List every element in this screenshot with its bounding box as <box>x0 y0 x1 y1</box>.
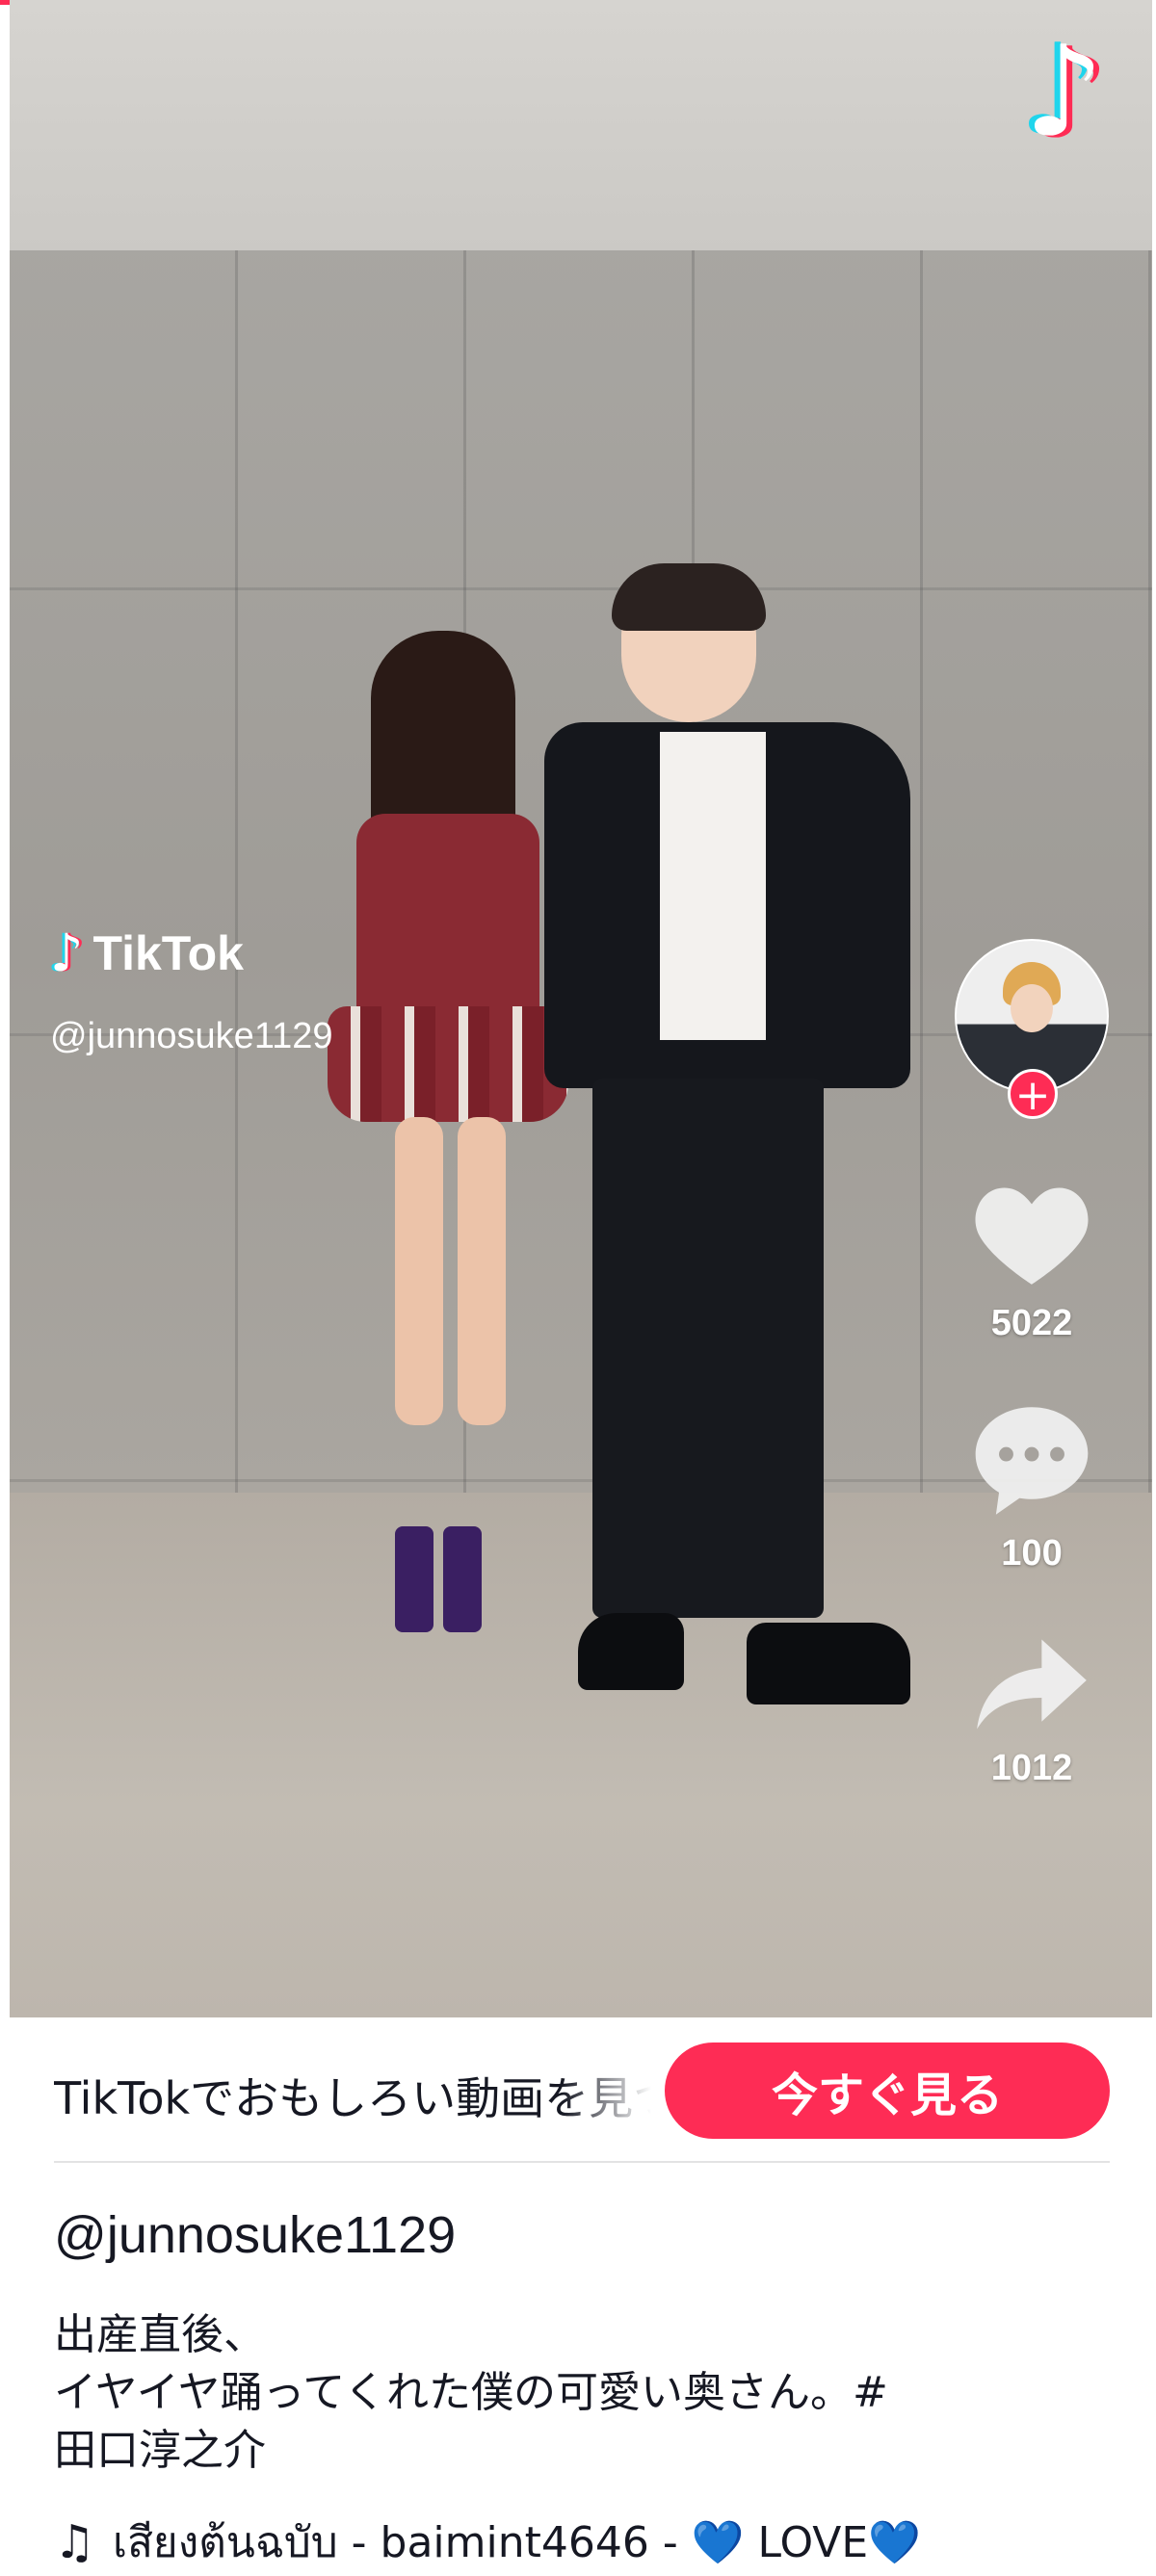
share-count: 1012 <box>990 1748 1073 1788</box>
blue-heart-emoji: 💙 <box>691 2518 745 2567</box>
caption-line: 田口淳之介 <box>54 2426 266 2475</box>
like-button[interactable]: 5022 <box>969 1178 1094 1344</box>
caption-line: イヤイヤ踊ってくれた僕の可愛い奥さん。# <box>54 2368 888 2417</box>
follow-button[interactable]: + <box>1008 1069 1058 1120</box>
watch-now-button[interactable]: 今すぐ見る <box>665 2043 1110 2139</box>
music-love: LOVE <box>757 2518 869 2567</box>
comment-button[interactable]: 100 <box>970 1402 1093 1574</box>
caption-line: 出産直後、 <box>54 2310 266 2359</box>
watermark-brand: TikTok <box>92 925 244 980</box>
man-figure <box>525 563 968 1762</box>
music-info[interactable]: ♫ เสียงต้นฉบับ - baimint4646 - 💙 LOVE💙 <box>54 2509 921 2576</box>
post-caption: 出産直後、 イヤイヤ踊ってくれた僕の可愛い奥さん。# 田口淳之介 <box>54 2306 1114 2480</box>
post-username[interactable]: @junnosuke1129 <box>54 2205 456 2265</box>
video-player[interactable]: ♪ TikTok @junnosuke1129 ♪ + 5022 100 101… <box>10 0 1152 2017</box>
music-note-icon: ♫ <box>54 2515 96 2569</box>
share-icon <box>977 1639 1087 1730</box>
tiktok-logo-icon: ♪ <box>1024 18 1104 165</box>
heart-icon <box>975 1187 1089 1285</box>
tiktok-logo-icon: ♪ <box>50 923 84 983</box>
cta-text: TikTokでおもしろい動画を見つけよう <box>54 2072 651 2124</box>
watermark-handle: @junnosuke1129 <box>50 1016 333 1056</box>
action-rail: + 5022 100 1012 <box>950 939 1114 1789</box>
ceiling <box>10 0 1152 250</box>
blue-heart-emoji: 💙 <box>868 2518 922 2567</box>
music-title: เสียงต้นฉบับ - baimint4646 - <box>113 2518 692 2567</box>
like-count: 5022 <box>990 1303 1073 1343</box>
divider <box>54 2161 1110 2163</box>
creator-avatar-wrap[interactable]: + <box>955 939 1109 1120</box>
watermark: ♪ TikTok <box>50 923 244 983</box>
comment-icon <box>975 1407 1089 1515</box>
comment-count: 100 <box>1001 1533 1063 1574</box>
share-button[interactable]: 1012 <box>972 1634 1091 1789</box>
open-app-banner: TikTokでおもしろい動画を見つけよう 今すぐ見る <box>0 2017 1156 2162</box>
